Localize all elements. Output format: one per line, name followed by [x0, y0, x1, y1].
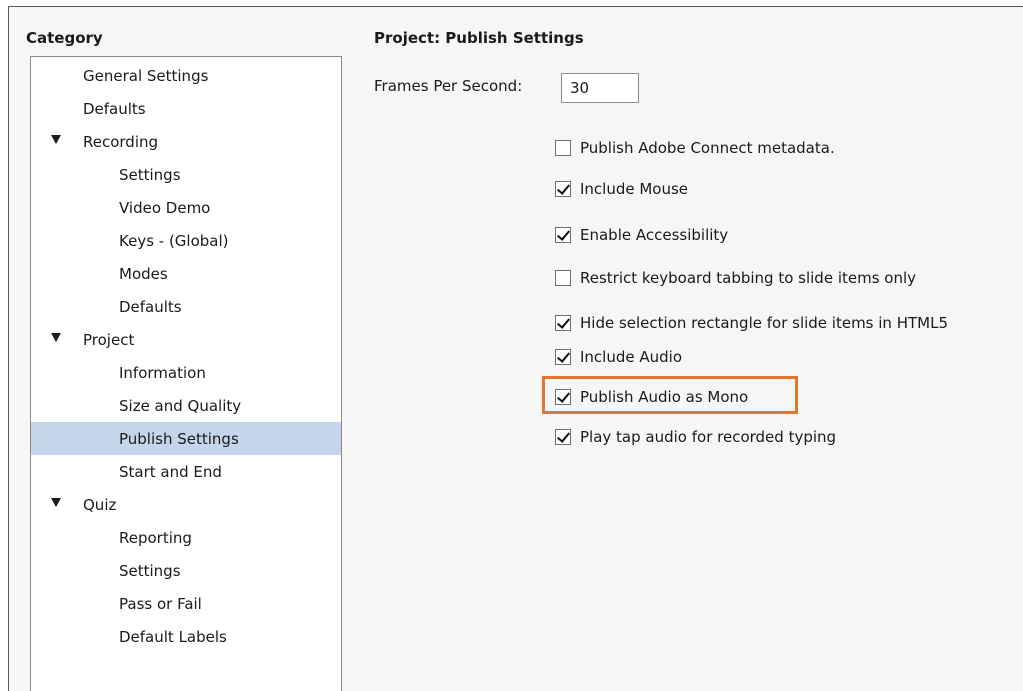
tree-item-label: Video Demo — [119, 198, 211, 217]
checkbox[interactable] — [555, 227, 571, 243]
tree-item-label: General Settings — [83, 66, 209, 85]
expand-arrow-icon[interactable] — [51, 498, 61, 507]
option-include-mouse[interactable]: Include Mouse — [555, 178, 688, 200]
category-header: Category — [26, 29, 103, 47]
option-label: Play tap audio for recorded typing — [580, 428, 837, 446]
tree-item-general-settings[interactable]: General Settings — [31, 59, 341, 92]
option-label: Enable Accessibility — [580, 226, 729, 244]
tree-item-label: Publish Settings — [119, 429, 239, 448]
tree-item-label: Reporting — [119, 528, 192, 547]
fps-input[interactable] — [561, 73, 639, 103]
tree-item-information[interactable]: Information — [31, 356, 341, 389]
tree-item-recording-settings[interactable]: Settings — [31, 158, 341, 191]
checkbox[interactable] — [555, 429, 571, 445]
tree-item-label: Recording — [83, 132, 159, 151]
tree-item-label: Pass or Fail — [119, 594, 202, 613]
tree-item-pass-or-fail[interactable]: Pass or Fail — [31, 587, 341, 620]
option-include-audio[interactable]: Include Audio — [555, 346, 682, 368]
tree-item-publish-settings[interactable]: Publish Settings — [31, 422, 341, 455]
tree-item-keys-global[interactable]: Keys - (Global) — [31, 224, 341, 257]
option-restrict-keyboard-tabbing[interactable]: Restrict keyboard tabbing to slide items… — [555, 267, 916, 289]
tree-item-label: Modes — [119, 264, 168, 283]
expand-arrow-icon[interactable] — [51, 333, 61, 342]
option-label: Hide selection rectangle for slide items… — [580, 314, 948, 332]
option-label: Restrict keyboard tabbing to slide items… — [580, 269, 917, 287]
tree-item-label: Defaults — [83, 99, 146, 118]
tree-item-quiz[interactable]: Quiz — [31, 488, 341, 521]
tree-item-size-and-quality[interactable]: Size and Quality — [31, 389, 341, 422]
tree-item-label: Settings — [119, 165, 181, 184]
option-label: Include Audio — [580, 348, 683, 366]
tree-item-start-and-end[interactable]: Start and End — [31, 455, 341, 488]
tree-item-modes[interactable]: Modes — [31, 257, 341, 290]
tree-item-label: Project — [83, 330, 135, 349]
tree-item-label: Quiz — [83, 495, 117, 514]
tree-item-label: Size and Quality — [119, 396, 242, 415]
tree-item-reporting[interactable]: Reporting — [31, 521, 341, 554]
option-publish-adobe-connect-metadata[interactable]: Publish Adobe Connect metadata. — [555, 137, 835, 159]
checkbox[interactable] — [555, 349, 571, 365]
tree-item-label: Keys - (Global) — [119, 231, 229, 250]
fps-label: Frames Per Second: — [374, 77, 523, 95]
checkbox[interactable] — [555, 270, 571, 286]
page-title: Project: Publish Settings — [374, 29, 584, 47]
option-enable-accessibility[interactable]: Enable Accessibility — [555, 224, 728, 246]
tree-item-quiz-settings[interactable]: Settings — [31, 554, 341, 587]
option-label: Publish Adobe Connect metadata. — [580, 139, 835, 157]
highlight-box — [542, 376, 798, 414]
option-play-tap-audio[interactable]: Play tap audio for recorded typing — [555, 426, 836, 448]
tree-item-recording-defaults[interactable]: Defaults — [31, 290, 341, 323]
category-tree[interactable]: General Settings Defaults Recording Sett… — [30, 56, 342, 691]
checkbox[interactable] — [555, 140, 571, 156]
tree-item-label: Defaults — [119, 297, 182, 316]
tree-item-label: Settings — [119, 561, 181, 580]
tree-item-label: Default Labels — [119, 627, 227, 646]
tree-item-recording[interactable]: Recording — [31, 125, 341, 158]
tree-item-label: Start and End — [119, 462, 222, 481]
option-label: Include Mouse — [580, 180, 689, 198]
expand-arrow-icon[interactable] — [51, 135, 61, 144]
checkbox[interactable] — [555, 181, 571, 197]
tree-item-project[interactable]: Project — [31, 323, 341, 356]
tree-item-video-demo[interactable]: Video Demo — [31, 191, 341, 224]
tree-item-default-labels[interactable]: Default Labels — [31, 620, 341, 653]
tree-item-label: Information — [119, 363, 206, 382]
option-hide-selection-rectangle[interactable]: Hide selection rectangle for slide items… — [555, 312, 948, 334]
checkbox[interactable] — [555, 315, 571, 331]
tree-item-defaults[interactable]: Defaults — [31, 92, 341, 125]
